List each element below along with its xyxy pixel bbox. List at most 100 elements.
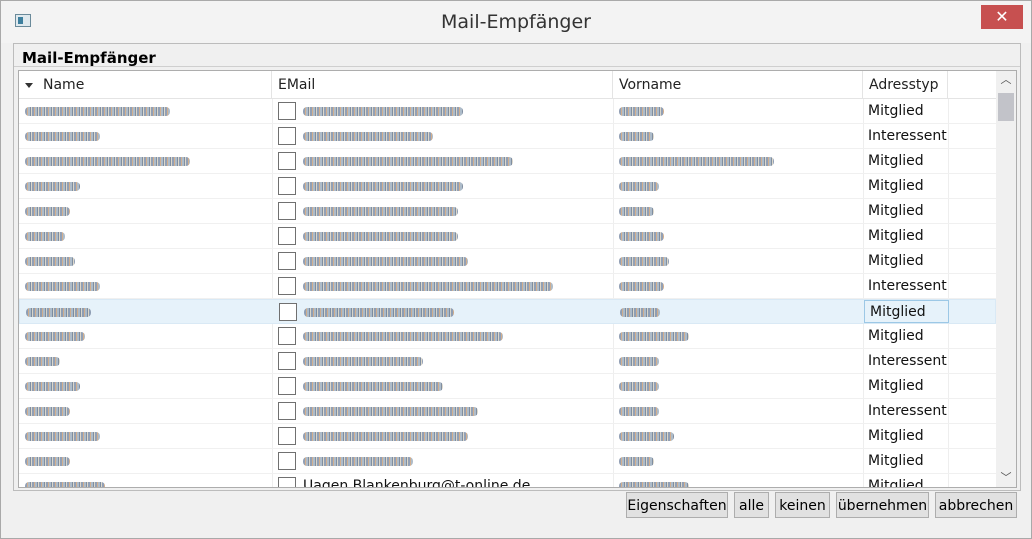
- redacted-text: [619, 132, 654, 141]
- redacted-text: [303, 132, 433, 141]
- column-header-name[interactable]: Name: [19, 71, 272, 98]
- table-row[interactable]: Mitglied: [19, 174, 996, 199]
- eigenschaften-button[interactable]: Eigenschaften: [626, 492, 728, 518]
- redacted-text: [25, 357, 60, 366]
- redacted-text: [25, 482, 105, 487]
- table-row[interactable]: Mitglied: [19, 249, 996, 274]
- recipients-group: Mail-Empfänger Name EMail Vorname Adress…: [13, 43, 1021, 491]
- redacted-text: [303, 232, 458, 241]
- email-checkbox[interactable]: [278, 252, 296, 270]
- email-text: [303, 374, 443, 399]
- table-row[interactable]: Mitglied: [19, 324, 996, 349]
- redacted-text: [303, 457, 413, 466]
- adresstyp-cell: Mitglied: [868, 153, 924, 169]
- email-text: [303, 249, 468, 274]
- keinen-button[interactable]: keinen: [775, 492, 830, 518]
- adresstyp-cell: Mitglied: [864, 300, 949, 323]
- abbrechen-button[interactable]: abbrechen: [935, 492, 1017, 518]
- email-checkbox[interactable]: [278, 177, 296, 195]
- close-button[interactable]: ✕: [981, 5, 1023, 29]
- chevron-up-icon[interactable]: ︿: [996, 71, 1016, 89]
- table-row[interactable]: Mitglied: [19, 299, 996, 324]
- chevron-down-icon[interactable]: ﹀: [996, 469, 1016, 487]
- table-row[interactable]: Mitglied: [19, 449, 996, 474]
- column-header-email[interactable]: EMail: [272, 71, 613, 98]
- uebernehmen-button[interactable]: übernehmen: [836, 492, 929, 518]
- redacted-text: [619, 107, 664, 116]
- email-checkbox[interactable]: [278, 327, 296, 345]
- email-checkbox[interactable]: [278, 427, 296, 445]
- email-cell: [275, 199, 611, 224]
- email-text: Uagen.Blankenburg@t-online.de: [303, 478, 531, 488]
- redacted-text: [619, 457, 654, 466]
- email-cell: [275, 324, 611, 349]
- email-cell: [275, 124, 611, 149]
- adresstyp-cell: Mitglied: [868, 103, 924, 119]
- email-text: [303, 99, 463, 124]
- email-checkbox[interactable]: [278, 402, 296, 420]
- adresstyp-cell: Mitglied: [868, 203, 924, 219]
- redacted-text: [303, 257, 468, 266]
- name-cell: [25, 174, 265, 199]
- adresstyp-cell: Mitglied: [868, 328, 924, 344]
- redacted-text: [303, 382, 443, 391]
- table-row[interactable]: Interessent: [19, 274, 996, 299]
- group-title: Mail-Empfänger: [22, 49, 156, 67]
- table-row[interactable]: Mitglied: [19, 374, 996, 399]
- title-bar: Mail-Empfänger ✕: [1, 1, 1031, 43]
- table-row[interactable]: Mitglied: [19, 149, 996, 174]
- table-header: Name EMail Vorname Adresstyp: [19, 71, 996, 99]
- email-checkbox[interactable]: [278, 227, 296, 245]
- table-row[interactable]: Interessent: [19, 399, 996, 424]
- email-text: [303, 224, 458, 249]
- adresstyp-cell: Interessent: [868, 278, 947, 294]
- column-header-adresstyp[interactable]: Adresstyp: [863, 71, 948, 98]
- email-checkbox[interactable]: [278, 152, 296, 170]
- redacted-text: [25, 107, 170, 116]
- adresstyp-cell: Interessent: [868, 128, 947, 144]
- table-row[interactable]: Interessent: [19, 124, 996, 149]
- adresstyp-cell: Interessent: [868, 353, 947, 369]
- adresstyp-cell: Mitglied: [868, 428, 924, 444]
- email-checkbox[interactable]: [278, 352, 296, 370]
- name-cell: [25, 374, 265, 399]
- table-row[interactable]: Mitglied: [19, 424, 996, 449]
- name-cell: [25, 474, 265, 487]
- adresstyp-cell: Interessent: [868, 403, 947, 419]
- email-checkbox[interactable]: [278, 277, 296, 295]
- email-checkbox[interactable]: [279, 303, 297, 321]
- table-row[interactable]: Interessent: [19, 349, 996, 374]
- vorname-cell: [619, 149, 859, 174]
- name-cell: [25, 324, 265, 349]
- email-checkbox[interactable]: [278, 102, 296, 120]
- window-title: Mail-Empfänger: [441, 11, 591, 33]
- scrollbar-thumb[interactable]: [998, 93, 1014, 121]
- email-checkbox[interactable]: [278, 202, 296, 220]
- adresstyp-cell: Mitglied: [868, 453, 924, 469]
- email-checkbox[interactable]: [278, 477, 296, 487]
- table-row[interactable]: Mitglied: [19, 224, 996, 249]
- table-row[interactable]: Uagen.Blankenburg@t-online.de Mitglied: [19, 474, 996, 488]
- vorname-cell: [619, 124, 859, 149]
- email-text: [303, 124, 433, 149]
- email-cell: [275, 99, 611, 124]
- table-row[interactable]: Mitglied: [19, 199, 996, 224]
- email-checkbox[interactable]: [278, 452, 296, 470]
- vertical-scrollbar[interactable]: ︿ ﹀: [996, 71, 1016, 487]
- email-checkbox[interactable]: [278, 377, 296, 395]
- redacted-text: [25, 207, 70, 216]
- adresstyp-cell: Mitglied: [868, 478, 924, 488]
- email-cell: [275, 374, 611, 399]
- alle-button[interactable]: alle: [734, 492, 769, 518]
- redacted-text: [619, 257, 669, 266]
- vorname-cell: [619, 399, 859, 424]
- table-row[interactable]: Mitglied: [19, 99, 996, 124]
- redacted-text: [619, 382, 659, 391]
- recipients-table[interactable]: Name EMail Vorname Adresstyp Mitglied Int…: [18, 70, 1017, 488]
- adresstyp-cell: Mitglied: [868, 378, 924, 394]
- email-text: [303, 324, 503, 349]
- redacted-text: [619, 357, 659, 366]
- email-text: [303, 424, 468, 449]
- email-checkbox[interactable]: [278, 127, 296, 145]
- column-header-vorname[interactable]: Vorname: [613, 71, 863, 98]
